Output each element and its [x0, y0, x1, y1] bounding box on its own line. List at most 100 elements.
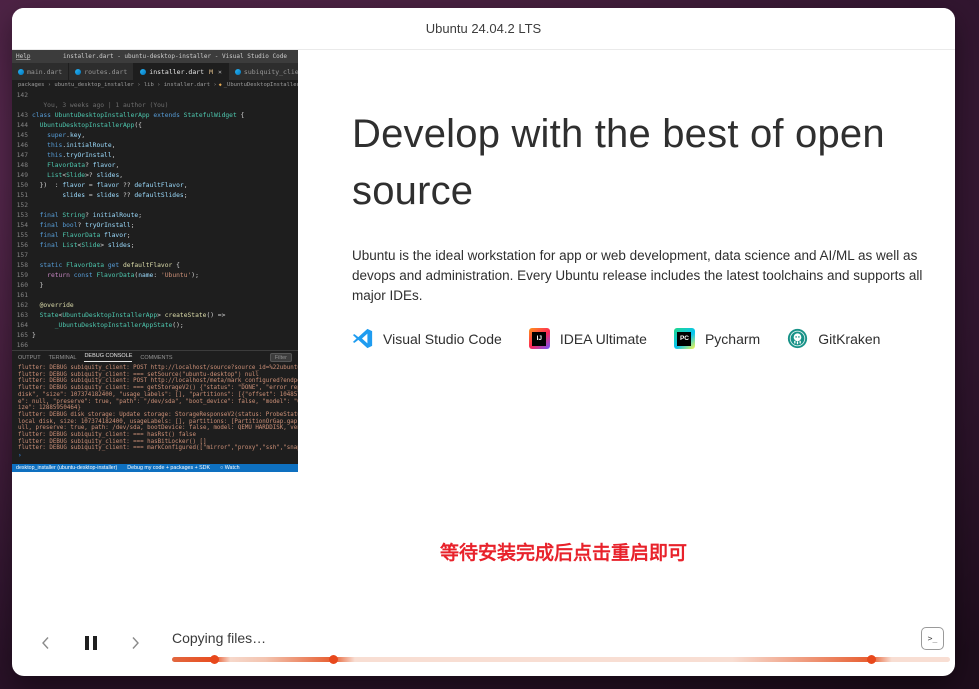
vscode-breadcrumb: packages › ubuntu_desktop_installer › li…: [12, 80, 298, 90]
vscode-window-title: installer.dart - ubuntu-desktop-installe…: [56, 53, 294, 60]
symbol-icon: ◆: [219, 82, 222, 88]
console-line: local disk, size: 107374182400, usageLab…: [18, 419, 298, 426]
terminal-toggle-button[interactable]: >_: [921, 627, 944, 650]
progress-dot: [329, 655, 338, 664]
panel-tab-output: OUTPUT: [18, 355, 41, 361]
logo-idea-ultimate: IJ IDEA Ultimate: [529, 328, 647, 349]
logo-gitkraken: GitKraken: [787, 328, 880, 349]
logo-pycharm: PC Pycharm: [674, 328, 760, 349]
code-line: 152: [12, 201, 298, 211]
code-line: 149 List<Slide>? slides,: [12, 171, 298, 181]
console-line: disk", "size": 107374182400, "usage_labe…: [18, 392, 298, 399]
line-number: 153: [12, 211, 32, 221]
line-number: [12, 101, 32, 111]
console-line: flutter: DEBUG disk_storage: Update stor…: [18, 412, 298, 419]
code-line: 142: [12, 91, 298, 101]
pycharm-icon: PC: [674, 328, 695, 349]
code-line: 158 static FlavorData get defaultFlavor …: [12, 261, 298, 271]
line-number: 146: [12, 141, 32, 151]
progress-dot: [210, 655, 219, 664]
filter-input: Filter: [270, 353, 292, 362]
vscode-icon: [352, 328, 373, 349]
code-line: 153 final String? initialRoute;: [12, 211, 298, 221]
vscode-help-menu: Help: [16, 53, 56, 60]
panel-tab-debug-console: DEBUG CONSOLE: [84, 353, 132, 362]
pause-button[interactable]: [77, 629, 105, 657]
gitkraken-icon: [787, 328, 808, 349]
line-number: 147: [12, 151, 32, 161]
line-number: 152: [12, 201, 32, 211]
line-number: 150: [12, 181, 32, 191]
chevron-right-icon: [127, 635, 143, 651]
progress-dot: [867, 655, 876, 664]
code-line: 148 FlavorData? flavor,: [12, 161, 298, 171]
vscode-screenshot: Help installer.dart - ubuntu-desktop-ins…: [12, 50, 298, 472]
console-line: flutter: DEBUG subiquity_client: === mar…: [18, 445, 298, 452]
code-line: 163 State<UbuntuDesktopInstallerApp> cre…: [12, 311, 298, 321]
line-number: 148: [12, 161, 32, 171]
console-prompt: ›: [18, 452, 298, 459]
idea-icon: IJ: [529, 328, 550, 349]
console-line: flutter: DEBUG subiquity_client: === get…: [18, 385, 298, 392]
dart-icon: [235, 69, 241, 75]
line-number: 159: [12, 271, 32, 281]
pause-icon: [85, 636, 89, 650]
console-line: flutter: DEBUG subiquity_client: POST ht…: [18, 378, 298, 385]
console-line: flutter: DEBUG subiquity_client: === has…: [18, 439, 298, 446]
logo-visual-studio-code: Visual Studio Code: [352, 328, 502, 349]
ide-logos-row: Visual Studio Code IJ IDEA Ultimate PC P…: [352, 328, 952, 349]
dart-icon: [75, 69, 81, 75]
line-number: 163: [12, 311, 32, 321]
code-line: 145 super.key,: [12, 131, 298, 141]
restart-note: 等待安装完成后点击重启即可: [440, 538, 687, 565]
vscode-debug-console: flutter: DEBUG subiquity_client: POST ht…: [12, 364, 298, 464]
vscode-tab-routes-dart: routes.dart: [69, 63, 134, 80]
code-line: 143 class UbuntuDesktopInstallerApp exte…: [12, 111, 298, 121]
line-number: 161: [12, 291, 32, 301]
console-line: e": null, "preserve": true, "path": "/de…: [18, 399, 298, 406]
code-line: 162 @override: [12, 301, 298, 311]
vscode-editor: 142 You, 3 weeks ago | 1 author (You) 14…: [12, 90, 298, 350]
vscode-tab-subiquity-client-dart: subiquity_client.dart: [229, 63, 298, 80]
console-line: ize": 12885950464}: [18, 405, 298, 412]
line-number: 158: [12, 261, 32, 271]
line-number: 154: [12, 221, 32, 231]
vscode-panel-tabs: OUTPUT TERMINAL DEBUG CONSOLE COMMENTS F…: [12, 350, 298, 364]
next-button[interactable]: [121, 629, 149, 657]
modified-badge: M: [209, 68, 213, 76]
line-number: 143: [12, 111, 32, 121]
panel-tab-comments: COMMENTS: [140, 355, 172, 361]
back-button[interactable]: [32, 629, 60, 657]
statusbar-launch-config: desktop_installer (ubuntu-desktop-instal…: [16, 465, 117, 471]
console-line: flutter: DEBUG subiquity_client: POST ht…: [18, 365, 298, 372]
line-number: 151: [12, 191, 32, 201]
line-number: 162: [12, 301, 32, 311]
line-number: 164: [12, 321, 32, 331]
slide-heading: Develop with the best of open source: [352, 106, 952, 220]
code-line: 144 UbuntuDesktopInstallerApp({: [12, 121, 298, 131]
code-line: 150 }) : flavor = flavor ?? defaultFlavo…: [12, 181, 298, 191]
line-number: 149: [12, 171, 32, 181]
desktop-background: Ubuntu 24.04.2 LTS Help installer.dart -…: [0, 0, 979, 689]
code-line: 147 this.tryOrInstall,: [12, 151, 298, 161]
slide-content: Develop with the best of open source Ubu…: [352, 106, 952, 349]
close-icon: ×: [218, 68, 222, 76]
line-number: 157: [12, 251, 32, 261]
code-line: 154 final bool? tryOrInstall;: [12, 221, 298, 231]
code-line: 165 }: [12, 331, 298, 341]
line-number: 155: [12, 231, 32, 241]
window-titlebar: Ubuntu 24.04.2 LTS: [12, 8, 955, 50]
line-number: 156: [12, 241, 32, 251]
code-line: 151 slides = slides ?? defaultSlides;: [12, 191, 298, 201]
line-number: 145: [12, 131, 32, 141]
vscode-tab-bar: main.dart routes.dart installer.dartM× s…: [12, 63, 298, 80]
install-progress-bar: [172, 657, 950, 662]
vscode-titlebar: Help installer.dart - ubuntu-desktop-ins…: [12, 50, 298, 63]
install-status-label: Copying files…: [172, 630, 266, 646]
code-line: 160 }: [12, 281, 298, 291]
dart-icon: [18, 69, 24, 75]
dart-icon: [140, 69, 146, 75]
code-line: 166: [12, 341, 298, 350]
code-line: 156 final List<Slide> slides;: [12, 241, 298, 251]
slide-body: Ubuntu is the ideal workstation for app …: [352, 246, 938, 306]
